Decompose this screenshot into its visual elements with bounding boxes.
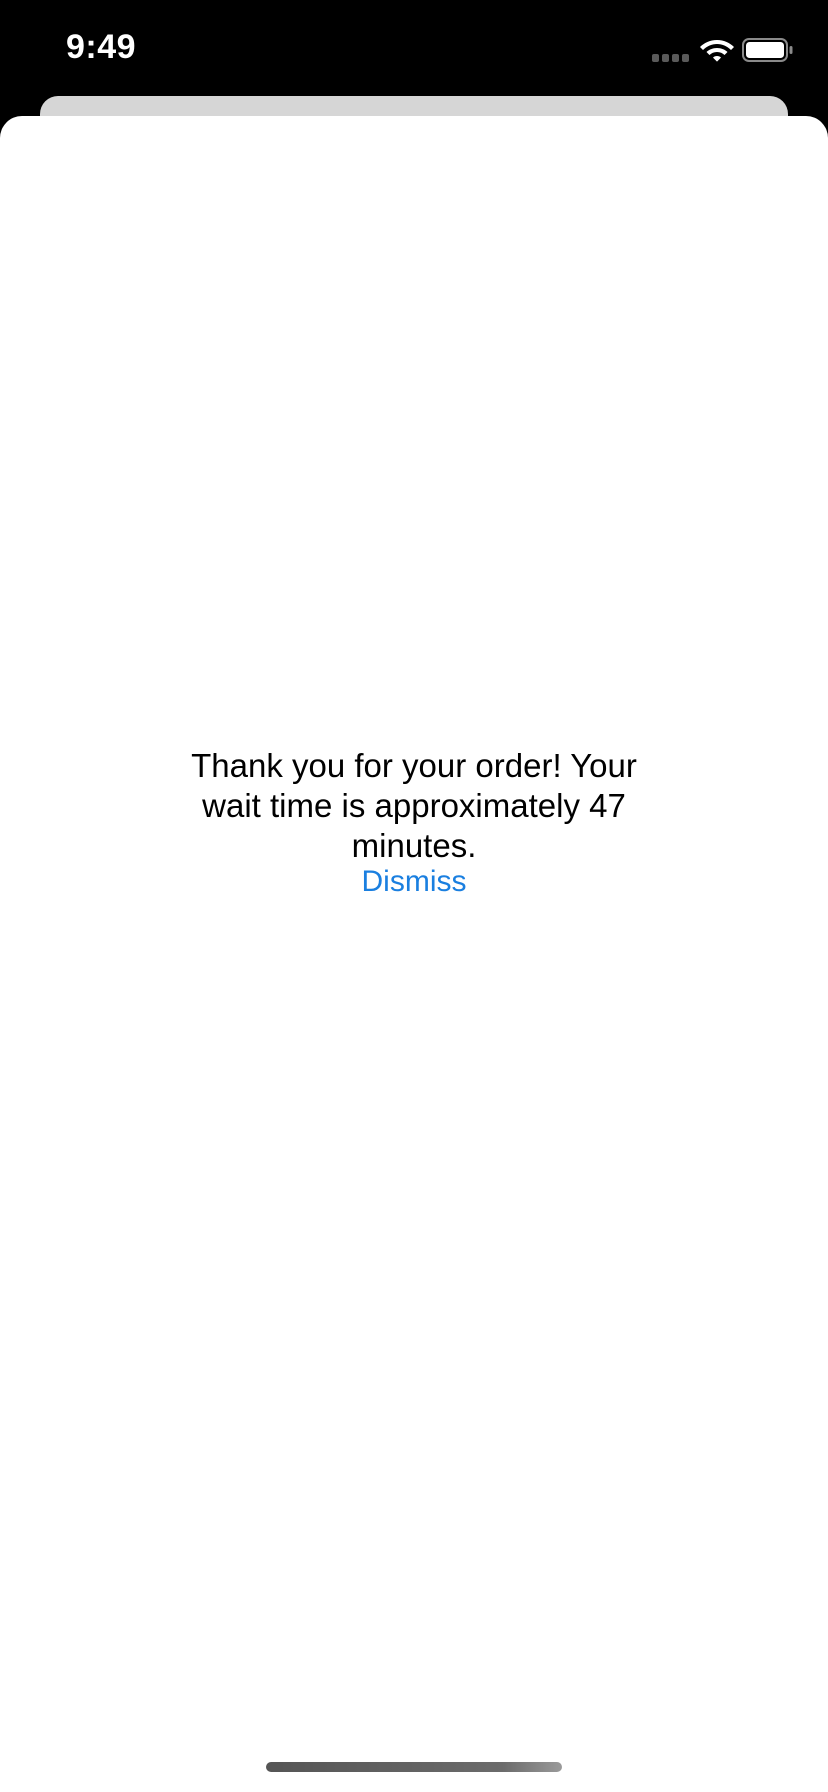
order-confirmation-sheet [0, 116, 828, 1792]
battery-icon [742, 38, 793, 62]
cellular-signal-icon [652, 54, 690, 62]
wifi-icon [700, 40, 734, 62]
home-indicator[interactable] [266, 1762, 562, 1772]
app-screen: 9:49 Thank you for your order! Your wait… [0, 0, 828, 1792]
status-bar: 9:49 [0, 0, 828, 96]
status-time: 9:49 [66, 28, 137, 66]
dismiss-button[interactable]: Dismiss [314, 858, 514, 906]
order-confirmation-message: Thank you for your order! Your wait time… [191, 747, 637, 864]
